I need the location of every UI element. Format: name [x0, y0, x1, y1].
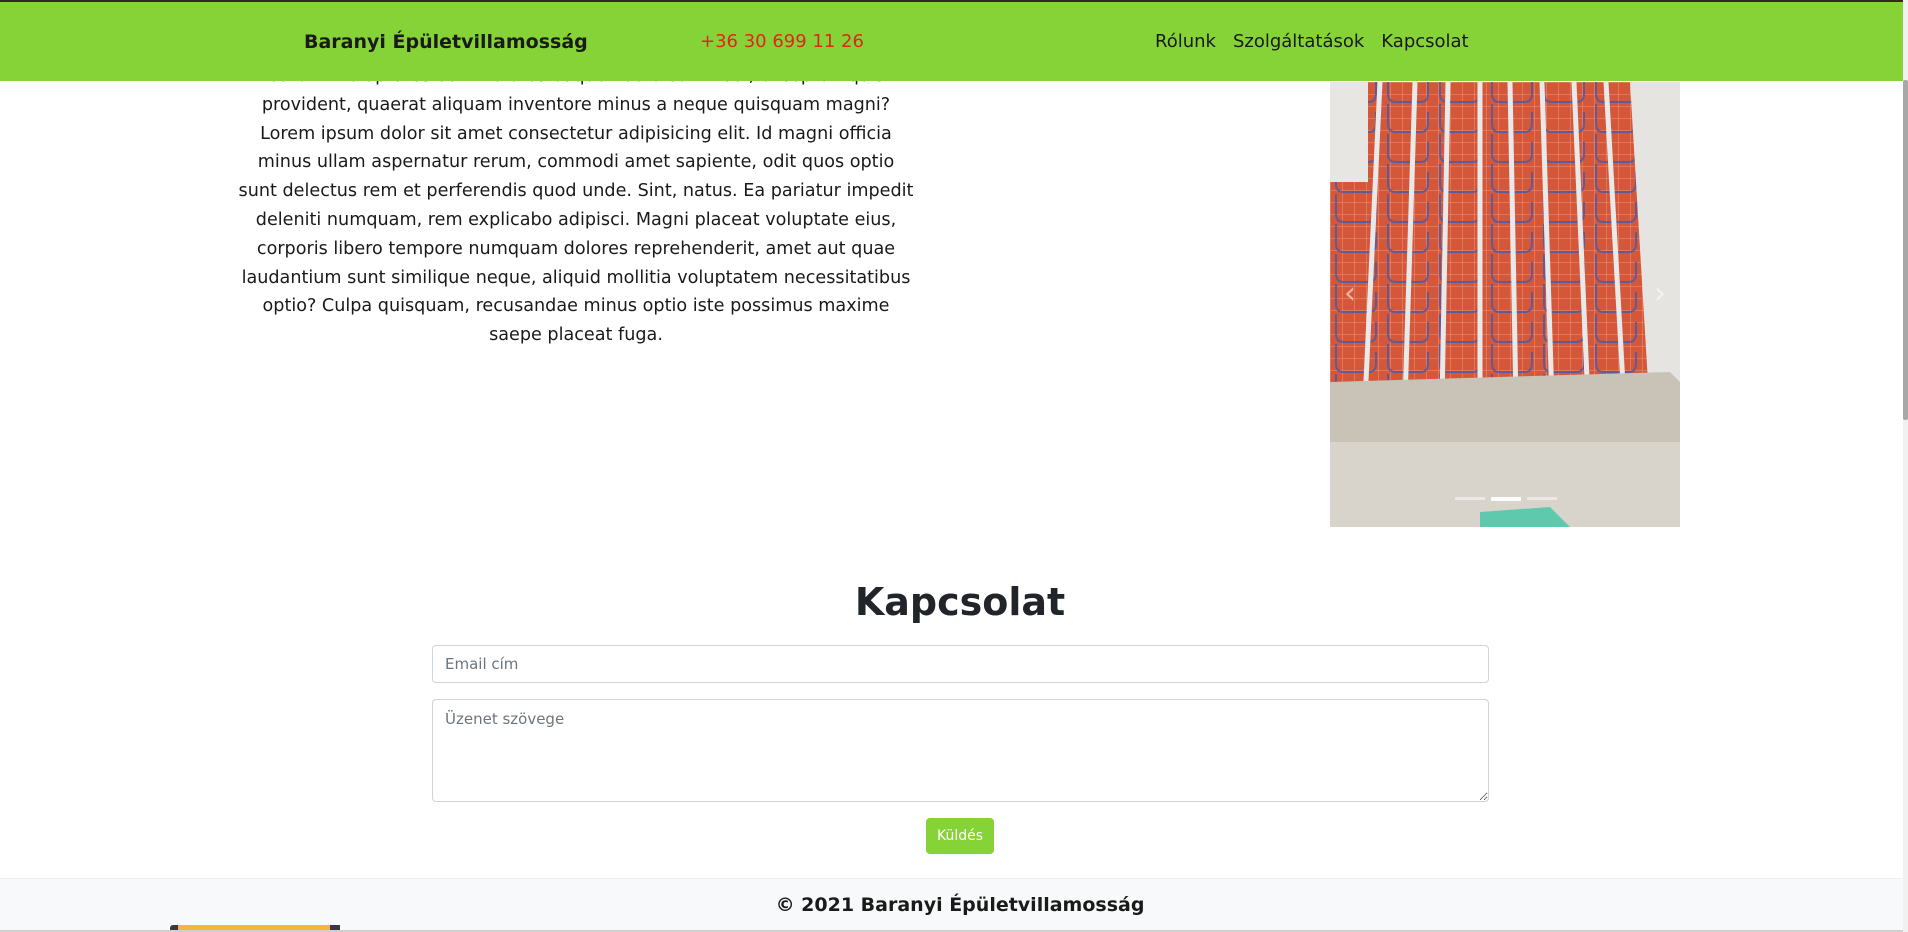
nav-link-kapcsolat[interactable]: Kapcsolat [1381, 31, 1468, 52]
carousel-indicator[interactable] [1455, 497, 1485, 500]
carousel-indicator-active[interactable] [1491, 497, 1521, 501]
send-button[interactable]: Küldés [926, 818, 994, 854]
page: Baranyi Épületvillamosság +36 30 699 11 … [0, 0, 1908, 932]
carousel-indicator[interactable] [1527, 497, 1557, 500]
email-field[interactable] [432, 645, 1489, 683]
scrollbar[interactable] [1903, 0, 1908, 932]
footer: © 2021 Baranyi Épületvillamosság [0, 878, 1903, 932]
contact-title: Kapcsolat [854, 580, 1066, 624]
nav-link-szolgaltatasok[interactable]: Szolgáltatások [1233, 31, 1364, 52]
carousel-next-icon[interactable]: › [1648, 272, 1672, 316]
footer-copyright: © 2021 Baranyi Épületvillamosság [775, 894, 1145, 916]
carousel-prev-icon[interactable]: ‹ [1338, 272, 1362, 316]
message-field[interactable] [432, 699, 1489, 802]
navbar-brand[interactable]: Baranyi Épületvillamosság [304, 31, 588, 53]
carousel-image [1330, 82, 1680, 527]
about-text: earum! Voluptates odit maiores eaque lib… [238, 66, 914, 346]
phone-number[interactable]: +36 30 699 11 26 [700, 31, 864, 52]
carousel[interactable]: ‹ › [1330, 82, 1680, 527]
nav-links: Rólunk Szolgáltatások Kapcsolat [1155, 31, 1469, 52]
nav-link-rolunk[interactable]: Rólunk [1155, 31, 1216, 52]
navbar: Baranyi Épületvillamosság +36 30 699 11 … [0, 0, 1903, 81]
carousel-indicators [1455, 497, 1557, 501]
scrollbar-thumb[interactable] [1903, 80, 1908, 420]
